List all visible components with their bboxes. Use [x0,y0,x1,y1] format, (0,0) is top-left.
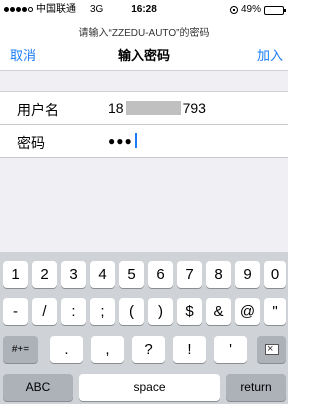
key-comma[interactable]: , [91,336,124,363]
battery-icon [264,5,286,15]
symbols-toggle-key[interactable]: #+= [3,336,38,363]
space-key[interactable]: space [79,374,220,401]
key-quote[interactable]: " [264,298,286,325]
password-field[interactable]: ●●● [108,133,137,148]
username-suffix: 793 [182,100,206,116]
key-open-paren[interactable]: ( [119,298,144,325]
username-prefix: 18 [108,100,124,116]
key-0[interactable]: 0 [264,261,286,288]
username-field[interactable]: 18 793 [108,100,206,116]
key-apostrophe[interactable]: ' [214,336,247,363]
password-row[interactable]: 密码 ●●● [0,125,288,158]
status-right: 49% [229,4,286,16]
password-dots: ●●● [108,133,133,148]
username-label: 用户名 [17,102,59,118]
keyboard: 1 2 3 4 5 6 7 8 9 0 - / : ; ( ) $ & @ " … [0,252,288,404]
key-5[interactable]: 5 [119,261,144,288]
key-9[interactable]: 9 [235,261,260,288]
key-slash[interactable]: / [32,298,57,325]
empty-area [0,158,288,252]
page-title: 输入密码 [117,48,170,63]
redacted-block [125,101,181,115]
battery-percent: 49% [240,4,261,15]
key-2[interactable]: 2 [32,261,57,288]
key-7[interactable]: 7 [177,261,202,288]
key-period[interactable]: . [50,336,83,363]
key-close-paren[interactable]: ) [148,298,173,325]
join-button[interactable]: 加入 [257,45,283,64]
navigation-bar: 取消 输入密码 加入 [0,40,288,68]
key-8[interactable]: 8 [206,261,231,288]
key-3[interactable]: 3 [61,261,86,288]
return-key[interactable]: return [226,374,286,401]
rotation-lock-icon [229,6,238,14]
abc-key[interactable]: ABC [3,374,73,401]
key-colon[interactable]: : [61,298,86,325]
text-cursor [134,133,137,148]
password-label: 密码 [17,135,45,151]
credentials-form: 用户名 18 793 密码 ●●● [0,92,288,158]
key-at[interactable]: @ [235,298,260,325]
backspace-key[interactable] [257,336,286,363]
key-1[interactable]: 1 [3,261,28,288]
key-ampersand[interactable]: & [206,298,231,325]
backspace-icon [265,336,279,363]
key-question[interactable]: ? [132,336,165,363]
key-dollar[interactable]: $ [177,298,202,325]
key-hyphen[interactable]: - [3,298,28,325]
key-4[interactable]: 4 [90,261,115,288]
dialog-subtitle: 请输入“ZZEDU-AUTO”的密码 [78,28,210,39]
status-bar: 中国联通 3G 16:28 49% [0,0,288,20]
key-exclamation[interactable]: ! [173,336,206,363]
section-spacer [0,70,288,92]
key-semicolon[interactable]: ; [90,298,115,325]
username-row[interactable]: 用户名 18 793 [0,92,288,125]
key-6[interactable]: 6 [148,261,173,288]
